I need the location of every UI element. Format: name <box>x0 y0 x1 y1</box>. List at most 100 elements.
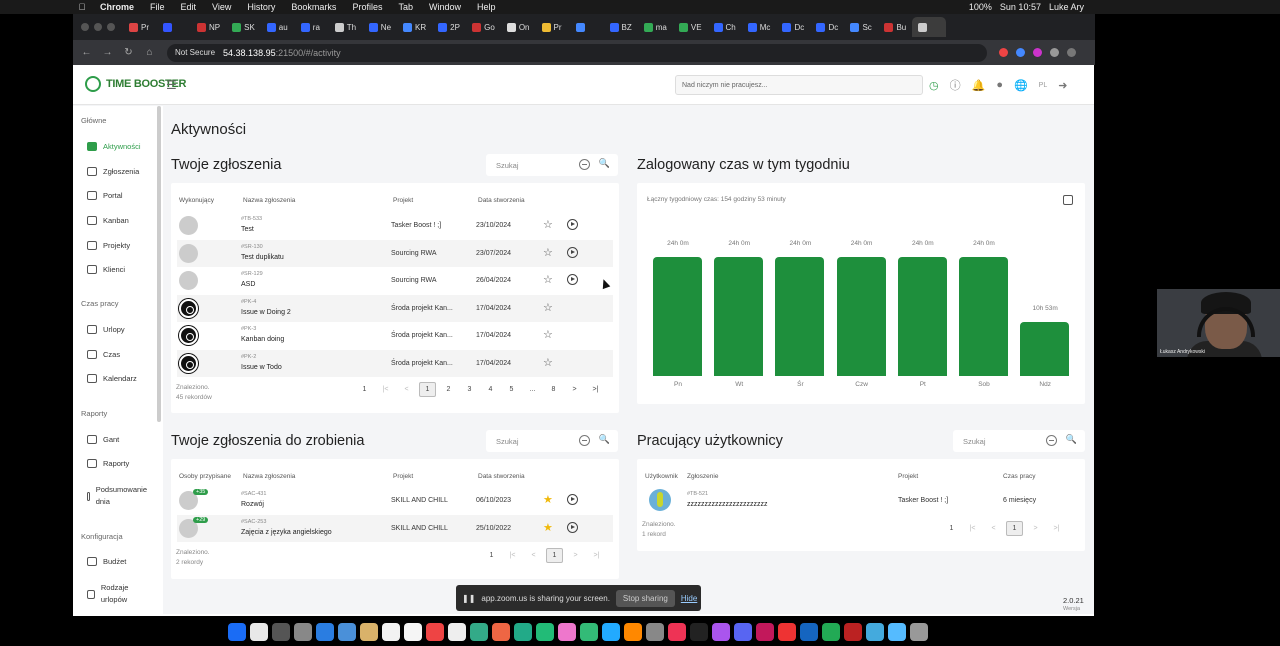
logout-icon[interactable]: ➜ <box>1058 79 1067 92</box>
menu-view[interactable]: View <box>212 2 231 12</box>
prev-page-icon[interactable]: < <box>983 525 1004 532</box>
dock-app-icon[interactable] <box>272 623 290 641</box>
menu-app[interactable]: Chrome <box>100 2 134 12</box>
chart-bar[interactable] <box>959 257 1008 376</box>
prev-page-icon[interactable]: < <box>396 386 417 393</box>
reload-icon[interactable]: ↻ <box>121 47 136 58</box>
ticket-name[interactable]: Zajęcia z języka angielskiego <box>241 529 332 536</box>
first-page-icon[interactable]: |< <box>375 386 396 393</box>
search-icon[interactable]: 🔍 <box>599 158 610 169</box>
sidebar-item-klienci[interactable]: Klienci <box>87 265 125 274</box>
star-icon[interactable]: ☆ <box>543 246 553 259</box>
home-icon[interactable]: ⌂ <box>142 47 157 58</box>
browser-tab[interactable] <box>570 17 604 37</box>
todo-search[interactable]: Szukaj 🔍 <box>486 430 618 452</box>
browser-tab[interactable]: BZ <box>604 17 638 37</box>
stop-sharing-button[interactable]: Stop sharing <box>615 589 675 607</box>
dock-app-icon[interactable] <box>316 623 334 641</box>
bell-icon[interactable]: 🔔 <box>972 79 986 92</box>
back-icon[interactable]: ← <box>79 47 94 58</box>
next-page-icon[interactable]: > <box>564 386 585 393</box>
sidebar-scrollbar[interactable] <box>157 106 161 422</box>
sidebar-item-rodzaje-urlopow[interactable]: Rodzaje urlopów <box>87 582 142 606</box>
dock-app-icon[interactable] <box>426 623 444 641</box>
sidebar-item-gant[interactable]: Gant <box>87 435 119 444</box>
dock-app-icon[interactable] <box>800 623 818 641</box>
sidebar-item-kalendarz[interactable]: Kalendarz <box>87 374 137 383</box>
browser-tab[interactable]: KR <box>397 17 432 37</box>
col-header[interactable]: Nazwa zgłoszenia <box>243 473 295 480</box>
col-header[interactable]: Osoby przypisane <box>179 473 231 480</box>
star-icon[interactable]: ★ <box>543 493 553 506</box>
browser-tab[interactable]: 2P <box>432 17 466 37</box>
dock-app-icon[interactable] <box>514 623 532 641</box>
forward-icon[interactable]: → <box>100 47 115 58</box>
ticket-name[interactable]: Test duplikatu <box>241 254 284 261</box>
browser-tab[interactable] <box>157 17 191 37</box>
search-icon[interactable]: 🔍 <box>599 434 610 445</box>
dock-app-icon[interactable] <box>690 623 708 641</box>
dock-app-icon[interactable] <box>888 623 906 641</box>
browser-tab[interactable]: Go <box>466 17 501 37</box>
page-number[interactable]: 1 <box>419 382 436 397</box>
chart-bar[interactable] <box>653 257 702 376</box>
extension-icon[interactable] <box>1016 48 1025 57</box>
working-search[interactable]: Szukaj 🔍 <box>953 430 1085 452</box>
page-number[interactable]: 1 <box>546 548 563 563</box>
sidebar-item-portal[interactable]: Portal <box>87 191 123 200</box>
col-header[interactable]: Użytkownik <box>645 473 678 480</box>
search-icon[interactable]: 🔍 <box>1066 434 1077 445</box>
webcam-thumbnail[interactable]: Łukasz Andrykowski <box>1157 289 1280 357</box>
col-header[interactable]: Nazwa zgłoszenia <box>243 197 295 204</box>
dock-app-icon[interactable] <box>250 623 268 641</box>
table-row[interactable]: #TB-521 zzzzzzzzzzzzzzzzzzzzzzz Tasker B… <box>643 487 1079 514</box>
play-icon[interactable] <box>567 246 578 258</box>
dock-app-icon[interactable] <box>778 623 796 641</box>
col-header[interactable]: Zgłoszenie <box>687 473 718 480</box>
ticket-code[interactable]: #SR-130 <box>241 244 263 250</box>
help-icon[interactable]: ⓘ <box>950 77 961 93</box>
current-task-field[interactable]: Nad niczym nie pracujesz... <box>675 75 923 95</box>
dock-app-icon[interactable] <box>756 623 774 641</box>
globe-icon[interactable]: 🌐 <box>1014 79 1028 92</box>
browser-tab[interactable]: Pr <box>123 17 157 37</box>
star-icon[interactable]: ☆ <box>543 301 553 314</box>
table-row[interactable]: #SR-130 Test duplikatu Sourcing RWA 23/07/2… <box>177 239 613 267</box>
dock-app-icon[interactable] <box>382 623 400 641</box>
chart-bar[interactable] <box>897 257 947 376</box>
browser-tab[interactable] <box>912 17 947 37</box>
dock-app-icon[interactable] <box>646 623 664 641</box>
ticket-code[interactable]: #SAC-253 <box>241 519 266 525</box>
dock-app-icon[interactable] <box>580 623 598 641</box>
dock-app-icon[interactable] <box>294 623 312 641</box>
browser-tab[interactable]: Pr <box>536 17 570 37</box>
dock-app-icon[interactable] <box>734 623 752 641</box>
chart-bar[interactable] <box>714 257 764 376</box>
menu-window[interactable]: Window <box>429 2 461 12</box>
profile-avatar[interactable] <box>1067 48 1076 57</box>
table-row[interactable]: #TB-533 Test Tasker Boost ! ;] 23/10/2024 ☆ <box>177 212 613 239</box>
sidebar-item-kanban[interactable]: Kanban <box>87 216 129 225</box>
page-number[interactable]: 5 <box>501 386 522 393</box>
ticket-code[interactable]: #SAC-431 <box>241 491 266 497</box>
dock-app-icon[interactable] <box>492 623 510 641</box>
minus-circle-icon[interactable] <box>1046 435 1057 446</box>
play-icon[interactable] <box>567 274 578 285</box>
next-page-icon[interactable]: > <box>565 552 586 559</box>
last-page-icon[interactable]: >| <box>586 552 607 559</box>
dock-app-icon[interactable] <box>360 623 378 641</box>
next-page-icon[interactable]: > <box>1025 525 1046 532</box>
url-field[interactable]: Not Secure 54.38.138.95:21500/#/activity <box>167 43 987 62</box>
per-page-select[interactable]: 1 <box>481 552 502 559</box>
table-row[interactable]: +35 #SAC-431 Rozwój SKILL AND CHILL 06/10/20… <box>177 487 613 514</box>
menu-help[interactable]: Help <box>477 2 496 12</box>
ticket-name[interactable]: Issue w Todo <box>241 364 282 371</box>
star-icon[interactable]: ☆ <box>543 356 553 369</box>
ticket-name[interactable]: Rozwój <box>241 501 264 508</box>
browser-tab[interactable]: Dc <box>776 17 810 37</box>
browser-tab[interactable]: Bu <box>878 17 912 37</box>
ticket-code[interactable]: #TB-521 <box>687 491 708 497</box>
close-dot-icon[interactable] <box>81 23 89 31</box>
col-header[interactable]: Data stworzenia <box>478 473 525 480</box>
sidebar-item-projekty[interactable]: Projekty <box>87 241 130 250</box>
